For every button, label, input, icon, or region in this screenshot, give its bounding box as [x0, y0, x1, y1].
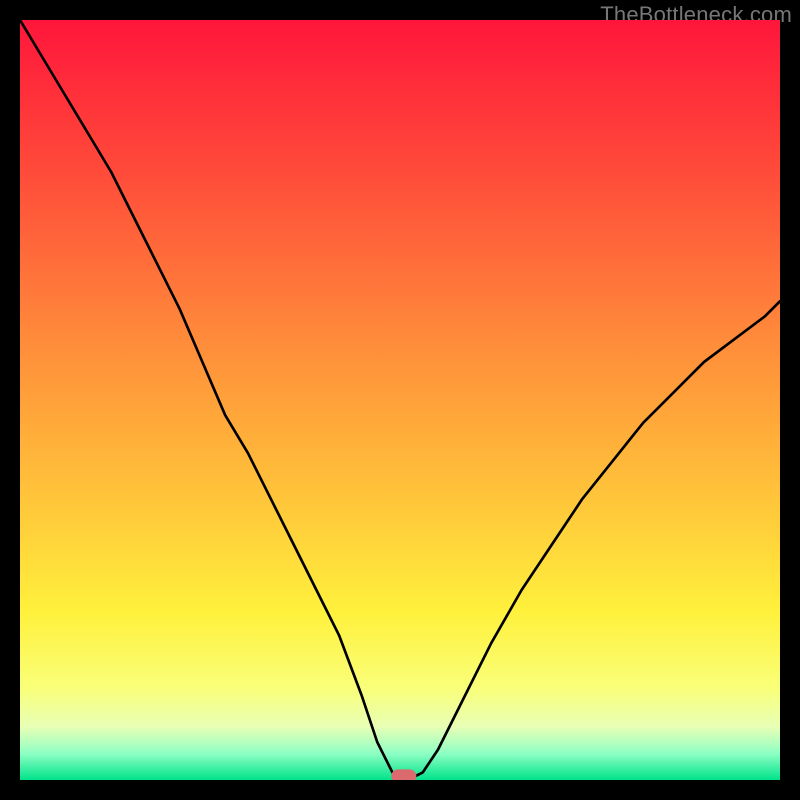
minimum-marker [391, 769, 416, 780]
bottleneck-plot [20, 20, 780, 780]
chart-frame: TheBottleneck.com [0, 0, 800, 800]
